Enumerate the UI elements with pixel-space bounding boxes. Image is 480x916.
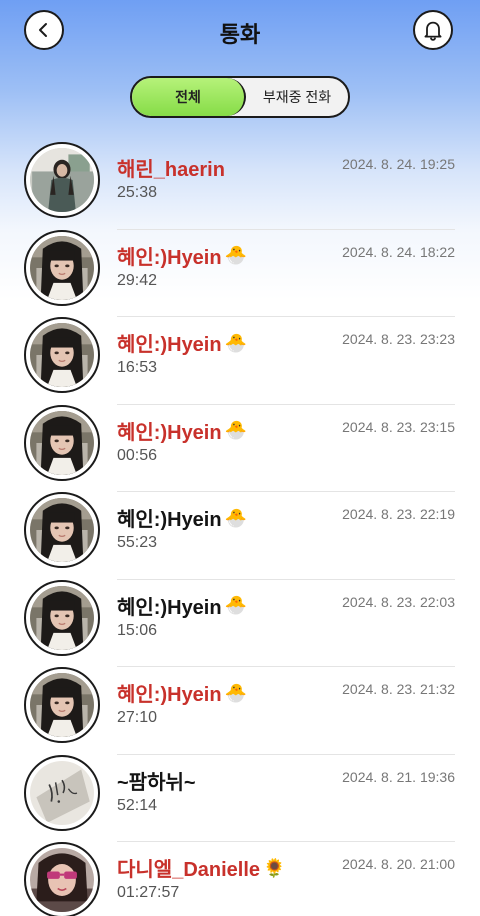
call-timestamp: 2024. 8. 23. 22:03 bbox=[342, 593, 455, 610]
avatar[interactable] bbox=[24, 579, 100, 656]
contact-name-text: 혜인:)Hyein bbox=[117, 421, 222, 444]
page-title: 통화 bbox=[219, 22, 261, 47]
avatar[interactable] bbox=[24, 754, 100, 831]
contact-emoji: 🐣 bbox=[224, 595, 248, 615]
call-timestamp: 2024. 8. 23. 21:32 bbox=[342, 681, 455, 697]
call-row[interactable]: 혜인:)Hyein 🐣 16:53 2024. 8. 23. 23:23 bbox=[0, 317, 480, 405]
call-row[interactable]: 혜인:)Hyein 🐣 27:10 2024. 8. 23. 21:32 bbox=[0, 667, 480, 755]
contact-name-text: 혜인:)Hyein bbox=[117, 246, 222, 269]
call-duration: 15:06 bbox=[117, 621, 158, 639]
contact-emoji: 🐣 bbox=[224, 245, 248, 265]
call-row[interactable]: 혜인:)Hyein 🐣 29:42 2024. 8. 24. 18:22 bbox=[0, 229, 480, 317]
avatar-photo bbox=[30, 410, 94, 475]
notification-button[interactable] bbox=[413, 10, 453, 50]
call-row[interactable]: 혜인:)Hyein 🐣 00:56 2024. 8. 23. 23:15 bbox=[0, 404, 480, 492]
contact-name: 혜인:)Hyein 🐣 bbox=[117, 503, 247, 532]
call-duration: 25:38 bbox=[117, 184, 158, 201]
call-timestamp: 2024. 8. 23. 22:19 bbox=[342, 506, 455, 522]
call-duration: 16:53 bbox=[117, 359, 158, 376]
call-list: 해린_haerin 25:38 2024. 8. 24. 19:25 혜인:)Hyei… bbox=[0, 142, 480, 916]
avatar[interactable] bbox=[24, 842, 100, 916]
call-timestamp: 2024. 8. 20. 21:00 bbox=[342, 856, 455, 872]
avatar[interactable] bbox=[24, 404, 100, 481]
contact-name-text: 혜인:)Hyein bbox=[117, 684, 222, 706]
contact-name-text: 혜인:)Hyein bbox=[117, 509, 222, 531]
call-timestamp: 2024. 8. 24. 18:22 bbox=[342, 243, 455, 260]
contact-name: 혜인:)Hyein 🐣 bbox=[117, 416, 247, 445]
contact-emoji: 🌻 bbox=[263, 857, 286, 878]
call-duration: 27:10 bbox=[117, 709, 158, 726]
call-duration: 52:14 bbox=[117, 796, 158, 814]
contact-emoji: 🐣 bbox=[224, 507, 248, 528]
call-timestamp: 2024. 8. 23. 23:23 bbox=[342, 331, 455, 347]
avatar-photo bbox=[30, 585, 94, 650]
call-row[interactable]: 혜인:)Hyein 🐣 55:23 2024. 8. 23. 22:19 bbox=[0, 492, 480, 580]
contact-name-text: 해린_haerin bbox=[117, 159, 225, 181]
call-duration: 29:42 bbox=[117, 271, 158, 289]
contact-name: 혜인:)Hyein 🐣 bbox=[117, 328, 247, 357]
contact-name: 다니엘_Danielle 🌻 bbox=[117, 853, 285, 882]
avatar-photo bbox=[30, 323, 94, 387]
contact-name-text: 혜인:)Hyein bbox=[117, 334, 222, 356]
call-row[interactable]: ~팜하뉘~ 52:14 2024. 8. 21. 19:36 bbox=[0, 754, 480, 842]
contact-name: 혜인:)Hyein 🐣 bbox=[117, 591, 247, 620]
call-duration: 00:56 bbox=[117, 446, 158, 464]
call-filter-tabs: 전체 부재중 전화 bbox=[130, 76, 350, 118]
contact-name-text: ~팜하뉘~ bbox=[117, 771, 196, 794]
tab-missed-calls[interactable]: 부재중 전화 bbox=[246, 78, 348, 116]
avatar-photo bbox=[30, 760, 94, 825]
avatar-photo bbox=[30, 235, 94, 300]
call-row[interactable]: 다니엘_Danielle 🌻 01:27:57 2024. 8. 20. 21:00 bbox=[0, 842, 480, 916]
call-row[interactable]: 혜인:)Hyein 🐣 15:06 2024. 8. 23. 22:03 bbox=[0, 579, 480, 667]
call-row[interactable]: 해린_haerin 25:38 2024. 8. 24. 19:25 bbox=[0, 142, 480, 230]
avatar[interactable] bbox=[24, 142, 100, 218]
bell-icon bbox=[424, 21, 442, 41]
avatar[interactable] bbox=[24, 317, 100, 393]
avatar[interactable] bbox=[24, 229, 100, 306]
call-timestamp: 2024. 8. 23. 23:15 bbox=[342, 418, 455, 435]
contact-name-text: 혜인:)Hyein bbox=[117, 596, 222, 619]
contact-name-text: 다니엘_Danielle bbox=[117, 859, 261, 881]
avatar[interactable] bbox=[24, 667, 100, 743]
avatar-photo bbox=[30, 498, 94, 562]
contact-emoji: 🐣 bbox=[224, 420, 248, 440]
contact-name: 혜인:)Hyein 🐣 bbox=[117, 241, 247, 270]
avatar-photo bbox=[30, 673, 94, 737]
contact-name: ~팜하뉘~ bbox=[117, 766, 199, 795]
avatar-photo bbox=[30, 848, 94, 912]
call-timestamp: 2024. 8. 24. 19:25 bbox=[342, 156, 455, 172]
contact-name: 해린_haerin bbox=[117, 153, 228, 182]
contact-name: 혜인:)Hyein 🐣 bbox=[117, 678, 247, 707]
call-duration: 55:23 bbox=[117, 534, 158, 551]
header: 통화 bbox=[0, 0, 480, 64]
contact-emoji: 🐣 bbox=[224, 332, 248, 353]
call-timestamp: 2024. 8. 21. 19:36 bbox=[342, 768, 455, 785]
call-duration: 01:27:57 bbox=[117, 884, 180, 901]
tab-all[interactable]: 전체 bbox=[132, 78, 246, 116]
contact-emoji: 🐣 bbox=[224, 682, 248, 703]
avatar[interactable] bbox=[24, 492, 100, 568]
avatar-photo bbox=[30, 148, 94, 212]
